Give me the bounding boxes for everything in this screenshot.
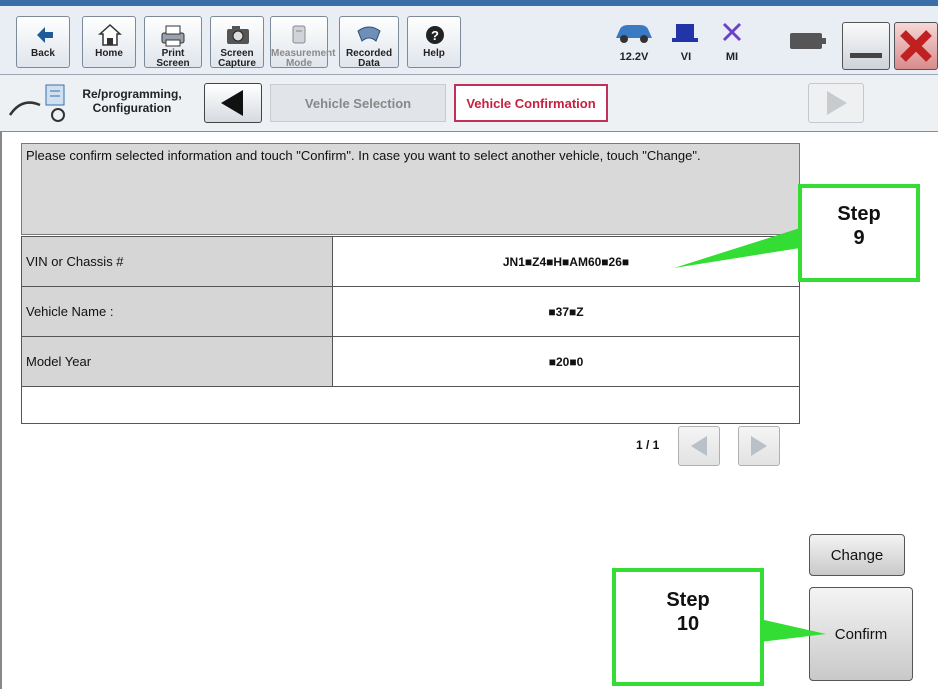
step-9-line1: Step — [837, 203, 881, 225]
step-9-callout: Step 9 — [798, 184, 920, 282]
step-10-callout: Step 10 — [612, 568, 764, 686]
step-10-line1: Step — [666, 589, 710, 611]
step-callout-lines — [674, 228, 826, 642]
step-10-line2: 10 — [676, 613, 700, 635]
step-9-line2: 9 — [853, 227, 865, 249]
